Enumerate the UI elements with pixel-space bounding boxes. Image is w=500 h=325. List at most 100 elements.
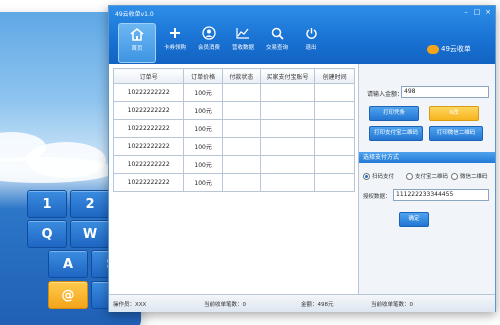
table-cell: 10222222222 [112, 83, 185, 102]
table-cell [314, 83, 355, 102]
table-cell [259, 173, 316, 192]
nav-home[interactable]: 首页 [118, 23, 156, 63]
brand-logo-text: 49云收单 [441, 45, 471, 53]
column-header[interactable]: 订单价格 [183, 68, 223, 84]
nav-label: 首页 [131, 46, 143, 52]
minimize-button[interactable]: – [461, 8, 471, 17]
table-cell [314, 173, 355, 192]
nav-revenue-data[interactable]: 营收数据 [225, 23, 261, 61]
nav-label: 交易查询 [265, 45, 288, 51]
amount-label: 请输入金额： [367, 91, 404, 98]
radio-icon [363, 172, 370, 180]
table-cell: 100元 [183, 83, 223, 102]
amount-input[interactable]: 498 [401, 86, 489, 98]
table-cell: 100元 [183, 119, 223, 138]
table-cell: 10222222222 [112, 101, 185, 120]
current-count-status-2: 当前收单笔数：0 [371, 302, 413, 308]
nav-member-consume[interactable]: 会员消费 [191, 23, 227, 61]
table-row[interactable]: 10222222222 100元 [112, 83, 355, 102]
table-cell [221, 119, 261, 138]
table-row[interactable]: 10222222222 100元 [112, 155, 355, 174]
search-icon [269, 25, 285, 41]
print-receipt-button[interactable]: 打印凭条 [369, 106, 419, 121]
table-cell [221, 173, 261, 192]
key-a[interactable]: A [48, 250, 88, 278]
app-window: 49云收单v1.0 – □ × 首页 卡券领购 会员消费 营收数据 交易查询 退… [108, 5, 496, 312]
auth-data-input[interactable]: 111222233344455 [393, 189, 489, 201]
print-alipay-qr-button[interactable]: 打印支付宝二维码 [369, 126, 423, 141]
radio-icon [451, 172, 458, 180]
table-cell: 100元 [183, 155, 223, 174]
table-cell: 10222222222 [112, 173, 185, 192]
home-icon [129, 26, 145, 42]
nav-label: 会员消费 [197, 45, 220, 51]
nav-label: 卡券领购 [163, 45, 186, 51]
key-1[interactable]: 1 [27, 190, 67, 218]
table-row[interactable]: 10222222222 100元 [112, 119, 355, 138]
nav-label: 营收数据 [231, 45, 254, 51]
confirm-button[interactable]: 确定 [399, 212, 429, 227]
amount-status: 金额：498元 [301, 302, 334, 308]
radio-icon [406, 172, 413, 180]
table-cell [314, 155, 355, 174]
line-chart-icon [235, 25, 251, 41]
radio-label: 支付宝二维码 [415, 174, 449, 180]
table-cell: 10222222222 [112, 155, 185, 174]
table-cell [221, 83, 261, 102]
table-header-row: 订单号 订单价格 付款状态 买家支付宝账号 创建时间 [112, 68, 355, 84]
key-w[interactable]: W [70, 220, 110, 248]
radio-alipay-qr[interactable]: 支付宝二维码 [406, 172, 448, 180]
power-icon [303, 25, 319, 41]
table-cell: 100元 [183, 137, 223, 156]
table-cell [259, 155, 316, 174]
key-q[interactable]: Q [27, 220, 67, 248]
status-bar: 操作员：XXX 当前收单笔数：0 金额：498元 当前收单笔数：0 [109, 294, 495, 312]
table-cell: 100元 [183, 101, 223, 120]
operator-status: 操作员：XXX [113, 302, 147, 308]
print-wechat-qr-button[interactable]: 打印微信二维码 [429, 126, 483, 141]
table-cell [221, 155, 261, 174]
column-header[interactable]: 付款状态 [221, 68, 261, 84]
column-header[interactable]: 创建时间 [314, 68, 355, 84]
table-row[interactable]: 10222222222 100元 [112, 137, 355, 156]
title-bar: 49云收单v1.0 – □ × 首页 卡券领购 会员消费 营收数据 交易查询 退… [109, 6, 495, 64]
user-icon [201, 25, 217, 41]
key-2[interactable]: 2 [70, 190, 110, 218]
radio-label: 微信二维码 [460, 174, 488, 180]
brand-logo: 49云收单 [427, 44, 471, 54]
nav-label: 退出 [305, 45, 317, 51]
column-header[interactable]: 买家支付宝账号 [259, 68, 316, 84]
add-icon [167, 25, 183, 41]
table-cell [259, 83, 316, 102]
table-row[interactable]: 10222222222 100元 [112, 173, 355, 192]
auth-data-label: 授权数据： [363, 194, 391, 200]
table-cell: 10222222222 [112, 119, 185, 138]
clear-button[interactable]: 6改 [429, 106, 479, 121]
payment-panel: 请输入金额： 498 打印凭条 6改 打印支付宝二维码 打印微信二维码 选择支付… [359, 64, 495, 294]
table-row[interactable]: 10222222222 100元 [112, 101, 355, 120]
table-cell [259, 101, 316, 120]
close-button[interactable]: × [483, 8, 493, 17]
payment-method-header: 选择支付方式 [359, 152, 495, 163]
nav-card-purchase[interactable]: 卡券领购 [157, 23, 193, 61]
table-cell [221, 137, 261, 156]
table-cell [259, 119, 316, 138]
table-cell: 100元 [183, 173, 223, 192]
radio-scan-pay[interactable]: 扫码支付 [363, 172, 394, 180]
current-count-status: 当前收单笔数：0 [204, 302, 246, 308]
order-table: 订单号 订单价格 付款状态 买家支付宝账号 创建时间 10222222222 10… [112, 68, 355, 192]
table-cell [314, 119, 355, 138]
table-cell [314, 101, 355, 120]
nav-exit[interactable]: 退出 [293, 23, 329, 61]
table-cell: 10222222222 [112, 137, 185, 156]
table-cell [259, 137, 316, 156]
nav-transaction-query[interactable]: 交易查询 [259, 23, 295, 61]
table-cell [221, 101, 261, 120]
radio-wechat-qr[interactable]: 微信二维码 [451, 172, 488, 180]
cloud-decoration [0, 157, 116, 183]
table-cell [314, 137, 355, 156]
column-header[interactable]: 订单号 [112, 68, 185, 84]
window-title: 49云收单v1.0 [115, 11, 154, 18]
maximize-button[interactable]: □ [472, 8, 482, 17]
key-at[interactable]: @ [48, 281, 88, 309]
